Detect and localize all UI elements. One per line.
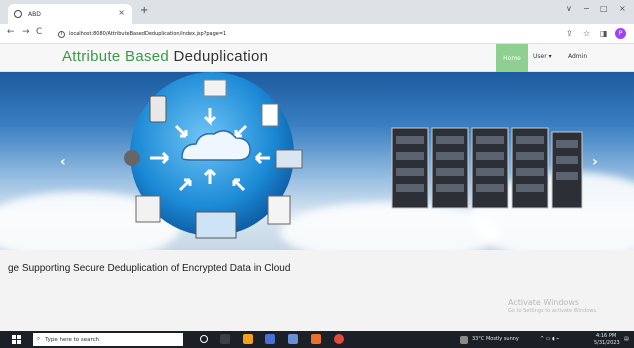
browser-icon[interactable] xyxy=(265,334,275,344)
site-header: Attribute Based Deduplication Home User … xyxy=(0,44,634,72)
watermark-line2: Go to Settings to activate Windows. xyxy=(508,308,598,314)
profile-avatar[interactable]: P xyxy=(615,28,626,39)
nav-home[interactable]: Home xyxy=(496,44,528,72)
favicon-icon xyxy=(14,10,22,18)
share-icon[interactable]: ⇪ xyxy=(566,29,573,38)
hero-illustration xyxy=(124,72,583,239)
close-window-button[interactable]: × xyxy=(619,4,626,13)
tab-title: ABD xyxy=(28,10,41,18)
tab-close-icon[interactable]: × xyxy=(118,8,125,17)
app-icon[interactable] xyxy=(311,334,321,344)
tray-icons[interactable]: ^ ▭ ◖ ⌁ xyxy=(540,336,559,342)
watermark-line1: Activate Windows xyxy=(508,298,580,307)
music-icon xyxy=(267,195,291,225)
brand-part-1: Attribute Based xyxy=(62,48,174,65)
weather-text[interactable]: 33°C Mostly sunny xyxy=(472,336,519,342)
taskbar-search-input[interactable]: ⌕ Type here to search xyxy=(33,333,183,346)
sidebar-icon[interactable]: ◨ xyxy=(600,29,608,38)
task-view-icon[interactable] xyxy=(220,334,230,344)
clock-time[interactable]: 4:16 PM xyxy=(596,333,616,339)
minimize-button[interactable]: − xyxy=(583,4,590,13)
nav-admin[interactable]: Admin xyxy=(568,53,587,60)
document-icon xyxy=(261,103,279,127)
back-button[interactable]: ← xyxy=(7,27,15,37)
windows-taskbar: ⌕ Type here to search 33°C Mostly sunny … xyxy=(0,331,634,348)
search-placeholder: Type here to search xyxy=(45,336,100,343)
windows-start-icon[interactable] xyxy=(12,335,21,344)
mail-icon xyxy=(203,79,227,97)
firefox-icon[interactable] xyxy=(243,334,253,344)
info-icon[interactable]: i xyxy=(58,30,65,38)
activate-windows-watermark: Activate Windows Go to Settings to activ… xyxy=(508,298,598,314)
site-brand[interactable]: Attribute Based Deduplication xyxy=(62,48,268,65)
page-subtitle: ge Supporting Secure Deduplication of En… xyxy=(8,263,291,274)
store-icon[interactable] xyxy=(288,334,298,344)
gear-icon xyxy=(124,150,140,166)
hero-carousel: ‹ › xyxy=(0,72,634,250)
phone-icon xyxy=(149,95,167,123)
brand-part-2: Deduplication xyxy=(173,48,269,65)
notification-icon[interactable]: ▤ xyxy=(624,336,629,342)
url-text: localhost:8080/AttributeBasedDeduplicati… xyxy=(69,31,227,37)
carousel-next-button[interactable]: › xyxy=(592,154,598,170)
photo-icon xyxy=(135,195,161,223)
browser-tab-strip: ABD × + ∨ − □ × xyxy=(0,0,634,24)
computer-icon xyxy=(195,211,237,239)
tab-search-icon[interactable]: ∨ xyxy=(566,4,572,13)
star-icon[interactable]: ☆ xyxy=(583,29,590,38)
clock-date[interactable]: 5/31/2023 xyxy=(594,340,620,346)
browser-tab[interactable]: ABD × xyxy=(8,4,132,24)
server-racks xyxy=(391,127,583,209)
search-icon: ⌕ xyxy=(37,336,41,342)
new-tab-button[interactable]: + xyxy=(140,5,148,16)
weather-icon xyxy=(460,336,468,344)
reload-button[interactable]: C xyxy=(36,27,42,37)
folder-icon xyxy=(275,149,303,169)
maximize-button[interactable]: □ xyxy=(600,4,608,13)
chrome-icon[interactable] xyxy=(334,334,344,344)
forward-button[interactable]: → xyxy=(22,27,30,37)
address-bar-row: ← → C i localhost:8080/AttributeBasedDed… xyxy=(0,24,634,44)
carousel-prev-button[interactable]: ‹ xyxy=(60,154,66,170)
cortana-icon[interactable] xyxy=(200,335,208,343)
url-field[interactable]: i localhost:8080/AttributeBasedDeduplica… xyxy=(58,27,558,41)
nav-user-dropdown[interactable]: User ▾ xyxy=(533,53,552,60)
